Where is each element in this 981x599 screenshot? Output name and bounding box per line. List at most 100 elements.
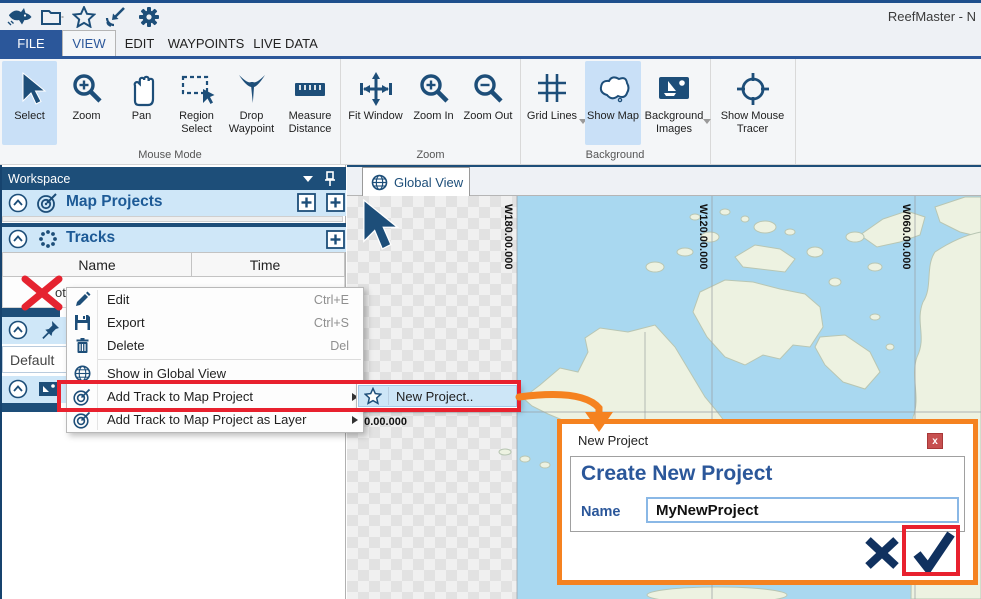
add-track-button[interactable]	[326, 230, 345, 249]
collapse-caret-icon[interactable]	[8, 320, 28, 340]
open-folder-icon[interactable]	[40, 7, 64, 27]
group-tracer: Show Mouse Tracer	[710, 59, 796, 164]
map-projects-label: Map Projects	[66, 193, 162, 211]
save-icon	[67, 314, 97, 331]
zoom-out-icon	[462, 61, 514, 107]
annotation-red-x	[20, 274, 64, 312]
region-select-icon	[169, 61, 224, 107]
name-label: Name	[581, 504, 621, 520]
zoom-in-icon	[406, 61, 461, 107]
fit-window-button[interactable]: Fit Window	[348, 61, 403, 145]
section-map-projects[interactable]: Map Projects	[0, 190, 346, 216]
drop-waypoint-icon	[224, 61, 279, 107]
dialog-confirm-button[interactable]	[912, 530, 956, 574]
new-project-dialog: New Project x Create New Project Name	[557, 419, 978, 585]
tracks-label: Tracks	[66, 229, 115, 247]
reefmaster-logo-icon	[6, 6, 32, 28]
menu-item-show-in-global-view[interactable]: Show in Global View	[67, 362, 363, 385]
menu-item-export[interactable]: Export Ctrl+S	[67, 311, 363, 334]
target-icon	[67, 411, 97, 429]
dialog-close-button[interactable]: x	[927, 433, 943, 449]
submenu-arrow-icon	[352, 416, 358, 424]
background-images-icon	[643, 61, 705, 107]
fit-window-icon	[348, 61, 403, 107]
group-label-background: Background	[520, 149, 710, 161]
pencil-icon	[67, 291, 97, 308]
group-zoom: Fit Window Zoom In Zoom Out Zoom	[341, 59, 521, 164]
dialog-title: New Project	[578, 433, 648, 448]
show-map-button[interactable]: Show Map	[585, 61, 641, 145]
tab-file[interactable]: FILE	[0, 30, 62, 56]
zoom-button[interactable]: Zoom	[59, 61, 114, 145]
group-label-mouse-mode: Mouse Mode	[0, 149, 340, 161]
menu-item-delete[interactable]: Delete Del	[67, 334, 363, 357]
live-sonar-icon[interactable]	[104, 6, 130, 28]
pan-button[interactable]: Pan	[114, 61, 169, 145]
gridline-label-n60: 60.00.000	[358, 416, 407, 428]
show-mouse-tracer-button[interactable]: Show Mouse Tracer	[713, 61, 792, 145]
map-cursor-arrow-icon	[356, 198, 402, 250]
image-icon	[38, 381, 60, 397]
workspace-dropdown-caret-icon[interactable]	[303, 176, 313, 182]
menu-item-edit[interactable]: Edit Ctrl+E	[67, 288, 363, 311]
dialog-cancel-button[interactable]	[864, 536, 900, 570]
tab-global-view[interactable]: Global View	[362, 167, 470, 196]
measure-distance-button[interactable]: Measure Distance	[281, 61, 339, 145]
zoom-in-button[interactable]: Zoom In	[406, 61, 461, 145]
star-icon	[364, 387, 382, 405]
gridline-label-w120: W120.00.000	[697, 204, 709, 269]
map-tab-label: Global View	[394, 175, 463, 190]
column-name[interactable]: Name	[3, 253, 191, 276]
drop-waypoint-button[interactable]: Drop Waypoint	[224, 61, 279, 145]
zoom-magnifier-icon	[59, 61, 114, 107]
collapse-caret-icon[interactable]	[8, 229, 28, 249]
add-map-project-alt-button[interactable]	[326, 193, 345, 212]
ribbon-tab-row: FILE VIEW EDIT WAYPOINTS LIVE DATA	[0, 30, 981, 56]
grid-lines-icon	[526, 61, 578, 107]
measure-ruler-icon	[281, 61, 339, 107]
group-mouse-mode: Select Zoom Pan Region Select Drop Waypo…	[0, 59, 341, 164]
target-icon	[67, 388, 97, 406]
favorites-star-icon[interactable]	[72, 6, 96, 28]
column-time[interactable]: Time	[191, 253, 338, 276]
show-map-australia-icon	[585, 61, 641, 107]
collapse-caret-icon[interactable]	[8, 193, 28, 213]
settings-gear-icon[interactable]	[138, 6, 160, 28]
dialog-heading: Create New Project	[581, 462, 772, 486]
mouse-tracer-crosshair-icon	[713, 61, 792, 107]
tab-view[interactable]: VIEW	[62, 30, 116, 56]
workspace-header[interactable]: Workspace	[0, 167, 346, 191]
tracks-dots-icon	[38, 229, 58, 249]
trash-icon	[67, 337, 97, 354]
pin-panel-icon[interactable]	[324, 171, 336, 187]
pushpin-icon	[40, 320, 60, 340]
globe-icon	[67, 365, 97, 382]
panel-left-border	[0, 165, 2, 599]
menu-item-add-track-as-layer[interactable]: Add Track to Map Project as Layer	[67, 408, 363, 431]
zoom-out-button[interactable]: Zoom Out	[462, 61, 514, 145]
section-resize-bar[interactable]	[2, 216, 343, 222]
gridline-label-w060: W060.00.000	[900, 204, 912, 269]
menu-separator	[97, 359, 361, 360]
titlebar: ReefMaster - N	[0, 3, 981, 30]
add-map-project-button[interactable]	[297, 193, 316, 212]
ribbon: Select Zoom Pan Region Select Drop Waypo…	[0, 59, 981, 165]
collapse-caret-icon[interactable]	[8, 379, 28, 399]
select-cursor-icon	[2, 61, 57, 107]
tab-waypoints[interactable]: WAYPOINTS	[163, 30, 249, 56]
selection-strip	[0, 403, 60, 412]
tab-live-data[interactable]: LIVE DATA	[249, 30, 322, 56]
background-images-button[interactable]: Background Images	[643, 61, 705, 145]
project-name-input[interactable]	[646, 497, 959, 523]
group-label-zoom: Zoom	[341, 149, 520, 161]
select-button[interactable]: Select	[2, 61, 57, 145]
group-background: Grid Lines Show Map Background Images Ba…	[520, 59, 711, 164]
pan-hand-icon	[114, 61, 169, 107]
region-select-button[interactable]: Region Select	[169, 61, 224, 145]
tab-edit[interactable]: EDIT	[116, 30, 163, 56]
menu-item-add-track-to-map-project[interactable]: Add Track to Map Project	[67, 385, 363, 408]
gridline-label-w180: W180.00.000	[502, 204, 514, 269]
submenu-item-new-project[interactable]: New Project..	[358, 385, 517, 407]
section-tracks[interactable]: Tracks	[0, 227, 346, 252]
grid-lines-button[interactable]: Grid Lines	[526, 61, 578, 145]
